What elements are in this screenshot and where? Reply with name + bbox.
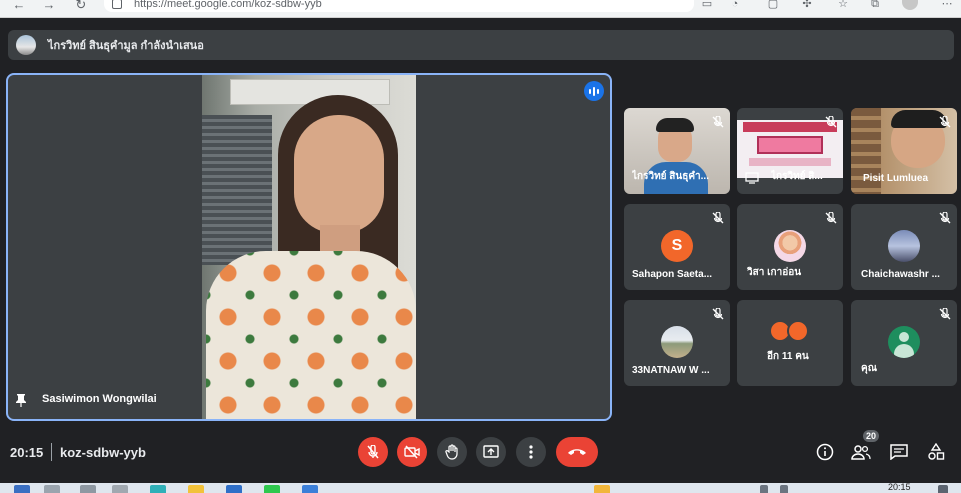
notification-icon[interactable] xyxy=(938,485,948,493)
main-speaker-tile[interactable]: Sasiwimon Wongwilai xyxy=(6,73,612,421)
pin-icon[interactable] xyxy=(16,393,26,407)
hand-icon xyxy=(445,444,458,460)
meeting-controls-bar: 20:15 koz-sdbw-yyb 20 xyxy=(0,430,961,476)
line-app-icon[interactable] xyxy=(264,485,280,493)
taskbar-app-icon[interactable] xyxy=(594,485,610,493)
collections-icon[interactable]: ⧉ xyxy=(868,0,882,10)
participant-avatar xyxy=(888,230,920,262)
chat-icon xyxy=(890,444,908,460)
extension-icon[interactable]: ▢ xyxy=(766,0,780,10)
leave-call-button[interactable] xyxy=(556,437,598,467)
favorites-icon[interactable]: ☆ xyxy=(836,0,850,10)
activities-button[interactable] xyxy=(925,441,947,463)
store-icon[interactable] xyxy=(226,485,242,493)
participant-tile[interactable]: 33NATNAW W ... xyxy=(624,300,730,386)
profile-avatar[interactable] xyxy=(902,0,918,10)
url-text: https://meet.google.com/koz-sdbw-yyb xyxy=(134,0,322,10)
others-count: อีก 11 คน xyxy=(767,351,809,362)
meeting-time: 20:15 xyxy=(10,445,44,460)
presenter-avatar xyxy=(16,35,36,55)
mic-off-icon xyxy=(712,308,724,320)
back-arrow-icon[interactable]: ← xyxy=(8,0,30,12)
camera-off-icon xyxy=(404,445,420,459)
search-icon[interactable] xyxy=(44,485,60,493)
mic-off-icon xyxy=(825,116,837,128)
people-icon xyxy=(851,445,871,460)
windows-start-icon[interactable] xyxy=(14,485,30,493)
taskbar-clock: 20:15 xyxy=(888,482,911,492)
mic-off-icon xyxy=(712,212,724,224)
participant-name: ไกรวิทย์ สินธุคำ... xyxy=(632,171,709,182)
mic-off-icon xyxy=(712,116,724,128)
present-screen-button[interactable] xyxy=(476,437,506,467)
participant-tile[interactable]: ไกรวิทย์ สินธุคำ... xyxy=(624,108,730,194)
os-taskbar: 20:15 xyxy=(0,483,961,493)
file-explorer-icon[interactable] xyxy=(188,485,204,493)
more-vertical-icon xyxy=(529,445,533,459)
tray-icon[interactable] xyxy=(780,485,788,493)
participant-tile-others[interactable]: อีก 11 คน xyxy=(737,300,843,386)
camera-permission-icon[interactable]: ▭ xyxy=(700,0,714,10)
participant-tile[interactable]: S Sahapon Saeta... xyxy=(624,204,730,290)
forward-arrow-icon[interactable]: → xyxy=(38,0,60,12)
participant-name: Pisit Lumluea xyxy=(863,173,929,184)
participant-name: Chaichawashr ... xyxy=(861,269,940,280)
self-tile[interactable]: คุณ xyxy=(851,300,957,386)
self-avatar xyxy=(888,326,920,358)
divider xyxy=(51,443,52,461)
group-avatar-icon xyxy=(787,320,809,342)
participant-name: คุณ xyxy=(861,363,877,374)
participant-name: Sahapon Saeta... xyxy=(632,269,713,280)
people-button[interactable] xyxy=(850,441,872,463)
mic-off-icon xyxy=(939,116,951,128)
reload-icon[interactable]: ↻ xyxy=(70,0,92,12)
tray-icon[interactable] xyxy=(760,485,768,493)
meeting-code: koz-sdbw-yyb xyxy=(60,445,146,460)
edge-browser-icon[interactable] xyxy=(150,485,166,493)
taskbar-app-icon[interactable] xyxy=(112,485,128,493)
raise-hand-button[interactable] xyxy=(437,437,467,467)
chat-button[interactable] xyxy=(888,441,910,463)
mic-toggle-button[interactable] xyxy=(358,437,388,467)
camera-toggle-button[interactable] xyxy=(397,437,427,467)
puzzle-icon[interactable]: ✣ xyxy=(800,0,814,10)
mic-off-icon xyxy=(367,445,379,459)
participant-tile[interactable]: ไกรวิทย์ สิ... xyxy=(737,108,843,194)
participant-name: วิสา เกาอ่อน xyxy=(747,267,802,278)
main-speaker-video xyxy=(202,75,416,419)
participant-avatar: S xyxy=(661,230,693,262)
participant-avatar xyxy=(661,326,693,358)
presenting-text: ไกรวิทย์ สินธุคำมูล กำลังนำเสนอ xyxy=(48,40,204,52)
lock-icon xyxy=(112,0,122,9)
participant-tile[interactable]: Chaichawashr ... xyxy=(851,204,957,290)
main-speaker-name: Sasiwimon Wongwilai xyxy=(42,393,157,405)
shapes-icon xyxy=(928,443,945,460)
site-info-icon[interactable]: ◔ xyxy=(728,0,742,10)
present-icon xyxy=(483,445,499,458)
presentation-banner: ไกรวิทย์ สินธุคำมูล กำลังนำเสนอ xyxy=(8,30,954,60)
mic-off-icon xyxy=(939,308,951,320)
menu-dots-icon[interactable]: ⋯ xyxy=(940,0,954,10)
meeting-details-button[interactable] xyxy=(814,441,836,463)
participant-name: ไกรวิทย์ สิ... xyxy=(771,171,823,182)
participant-tile[interactable]: Pisit Lumluea xyxy=(851,108,957,194)
participant-tile[interactable]: วิสา เกาอ่อน xyxy=(737,204,843,290)
participant-name: 33NATNAW W ... xyxy=(632,365,710,376)
mic-off-icon xyxy=(939,212,951,224)
browser-toolbar: ← → ↻ https://meet.google.com/koz-sdbw-y… xyxy=(0,0,961,18)
presentation-screen-icon xyxy=(745,172,759,184)
speaking-indicator-icon xyxy=(584,81,604,101)
participant-avatar xyxy=(774,230,806,262)
task-view-icon[interactable] xyxy=(80,485,96,493)
more-options-button[interactable] xyxy=(516,437,546,467)
address-bar[interactable]: https://meet.google.com/koz-sdbw-yyb xyxy=(104,0,694,12)
people-count-badge: 20 xyxy=(863,430,879,442)
hang-up-icon xyxy=(568,449,586,455)
mail-icon[interactable] xyxy=(302,485,318,493)
mic-off-icon xyxy=(825,212,837,224)
info-icon xyxy=(816,443,834,461)
